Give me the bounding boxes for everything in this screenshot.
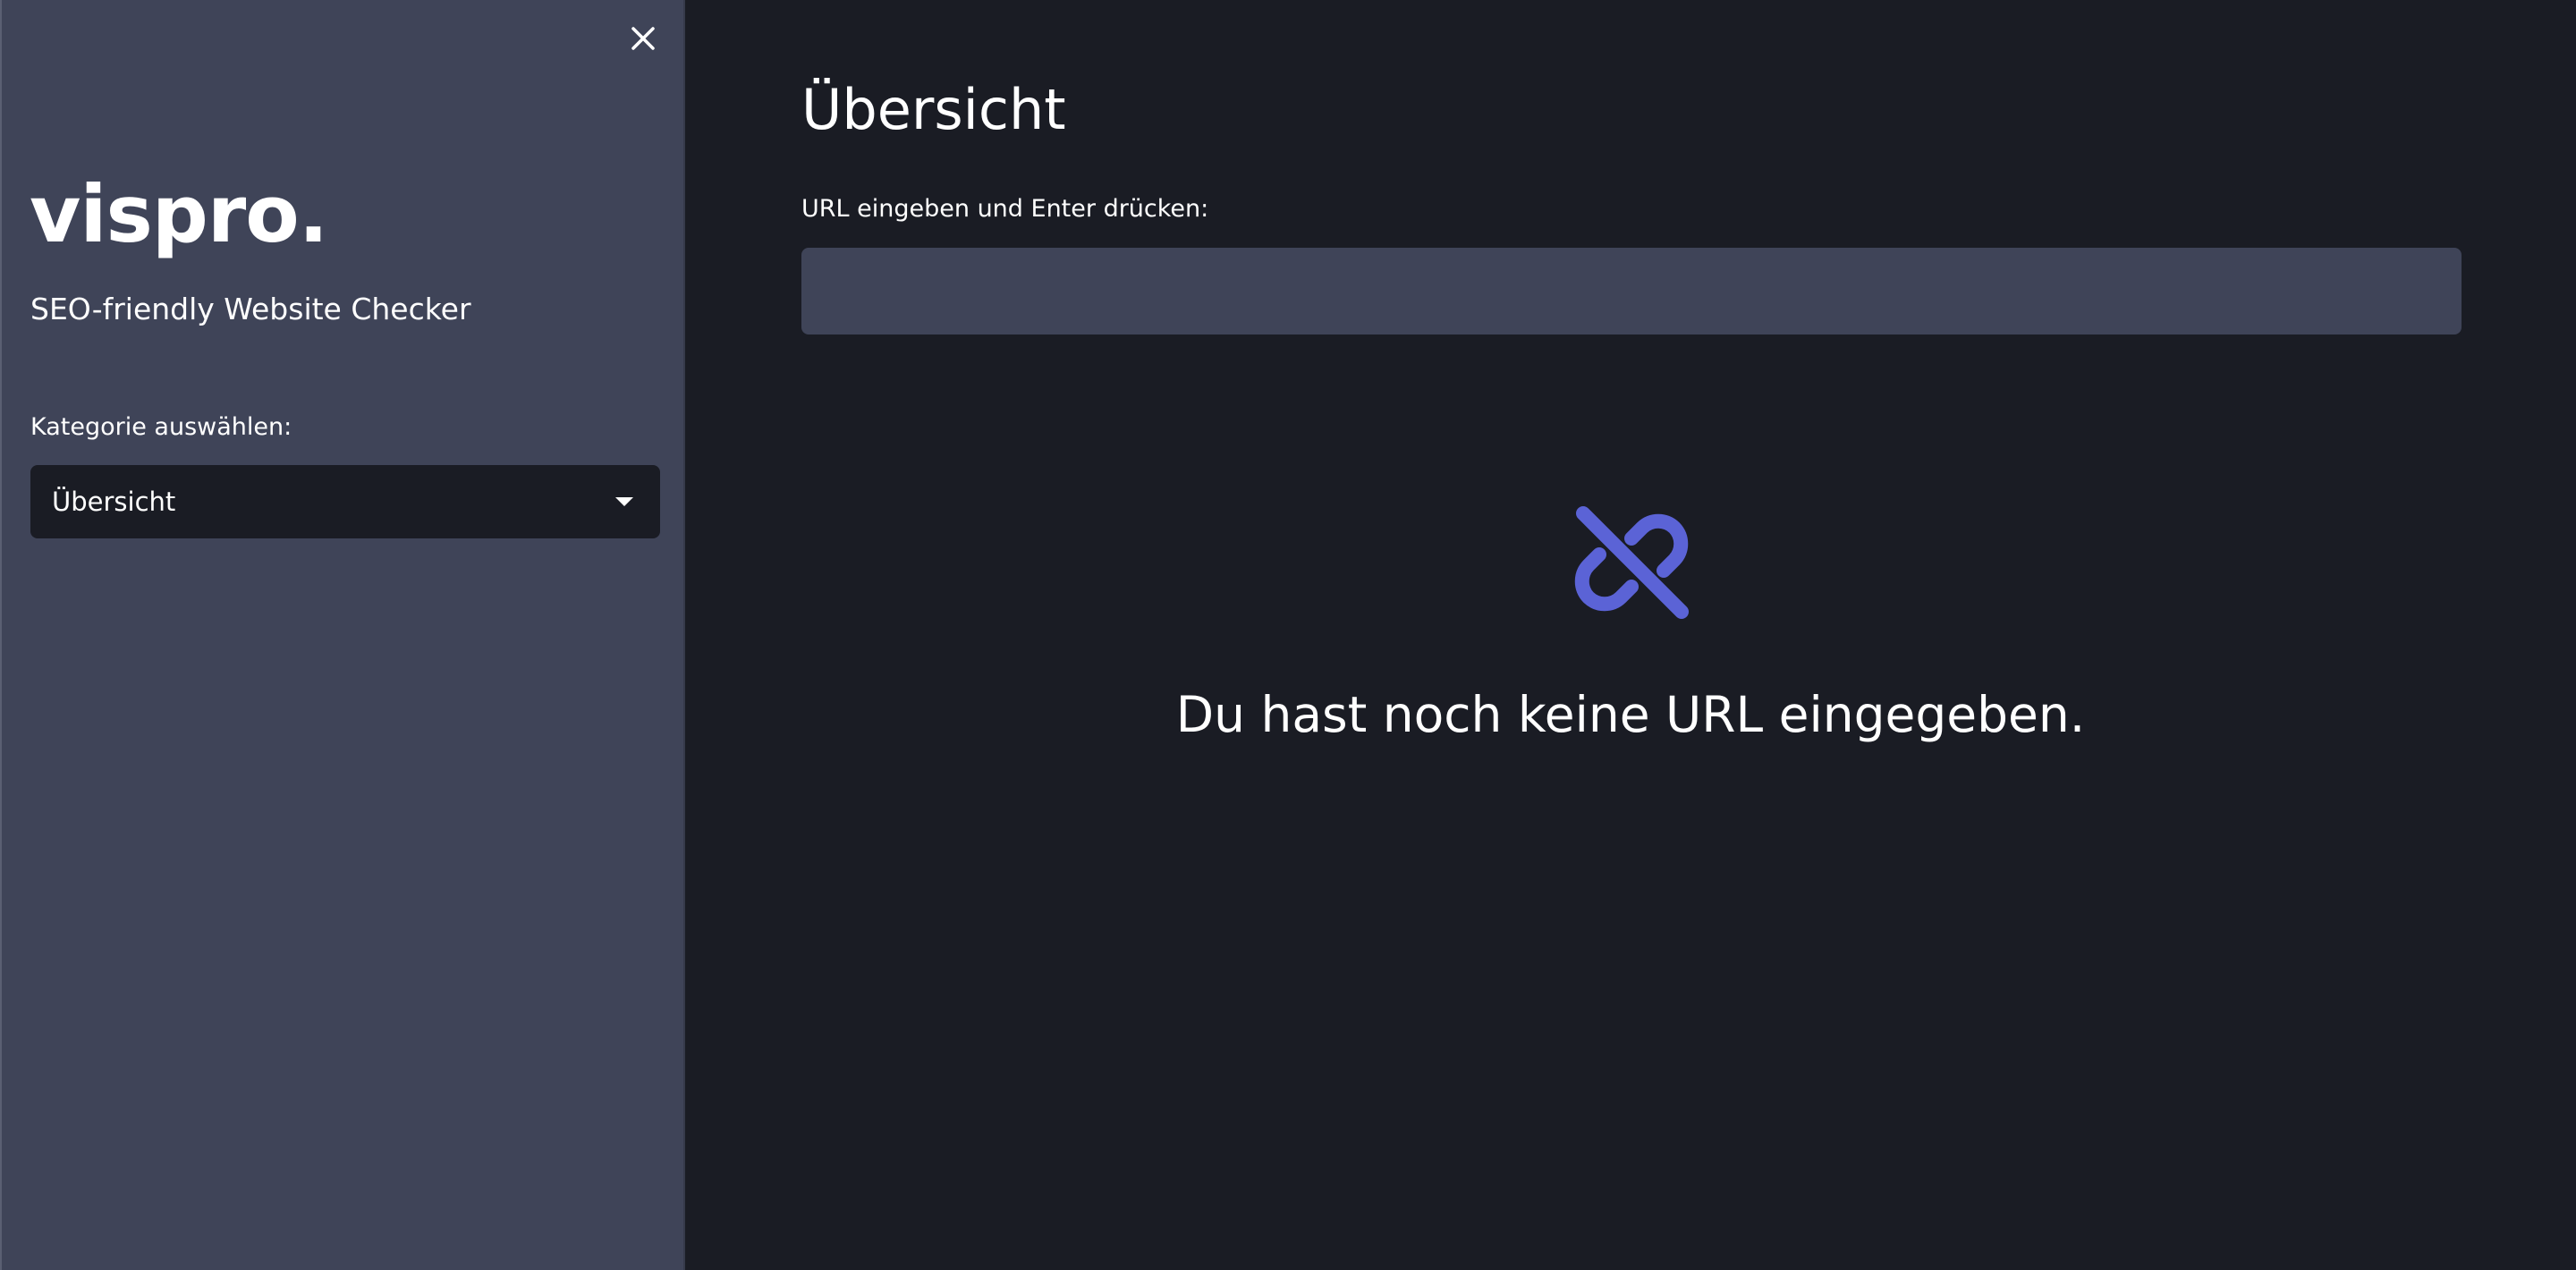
sidebar-tagline: SEO-friendly Website Checker (30, 292, 471, 326)
category-select-value: Übersicht (52, 487, 176, 517)
url-input-label: URL eingeben und Enter drücken: (801, 195, 1209, 223)
caret-down-icon (615, 497, 633, 506)
sidebar: vispro. SEO-friendly Website Checker Kat… (0, 0, 685, 1270)
empty-state-message: Du hast noch keine URL eingegeben. (1175, 686, 2086, 743)
close-icon[interactable] (628, 23, 658, 54)
link-off-icon (1572, 503, 1692, 622)
main-content: Übersicht URL eingeben und Enter drücken… (685, 0, 2576, 1270)
brand-logo-text: vispro. (30, 168, 328, 260)
category-select-label: Kategorie auswählen: (30, 413, 292, 441)
category-select[interactable]: Übersicht (30, 465, 660, 538)
url-input[interactable] (801, 248, 2462, 334)
page-title: Übersicht (801, 77, 1066, 142)
app-root: vispro. SEO-friendly Website Checker Kat… (0, 0, 2576, 1270)
